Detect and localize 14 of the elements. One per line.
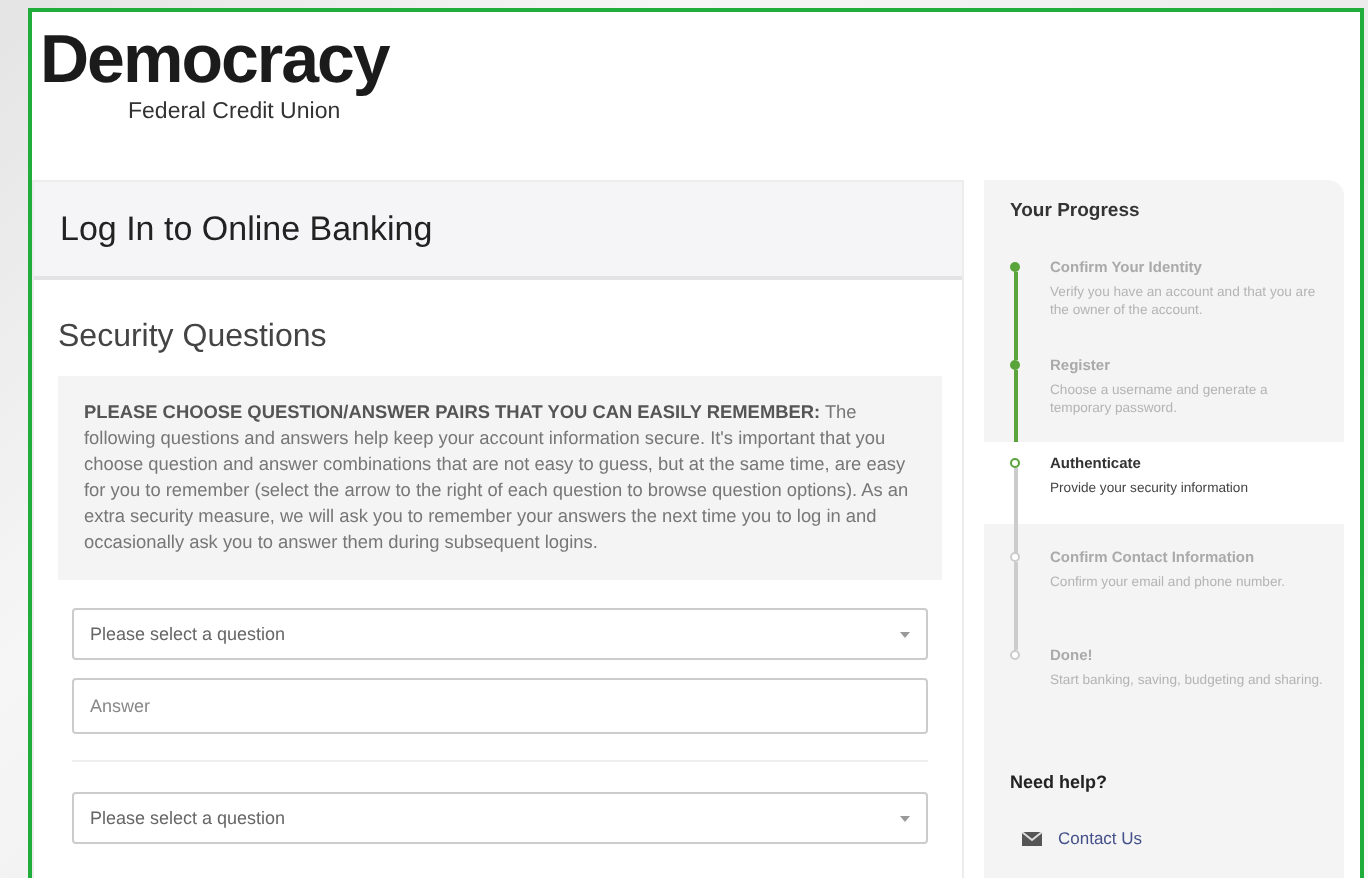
caret-icon <box>900 815 910 821</box>
page-title: Log In to Online Banking <box>60 210 435 250</box>
answer-field[interactable]: Answer <box>72 678 928 734</box>
caret-icon <box>900 631 910 637</box>
contact-link[interactable]: Contact Us <box>1022 828 1318 848</box>
logo-wordmark: Democracy <box>40 20 389 100</box>
progress-title: Your Progress <box>1008 200 1142 226</box>
envelope-icon <box>1022 831 1042 845</box>
question-select[interactable]: Please select a question <box>72 608 928 660</box>
section-title: Security Questions <box>58 320 329 356</box>
help-title: Need help? <box>1010 772 1110 792</box>
intro-text: PLEASE CHOOSE QUESTION/ANSWER PAIRS THAT YOU CAN EASILY REMEMBER: The following questions and answers help keep your account information secure. It's important that you choose question and answer combinations that are not easy to guess, but at the same time, are easy for you to remember (select the arrow to the right of each question to browse question options). As an extra security measure, we will ask you to remember your answers the next time you to log in and occasionally ask you to answer them during subsequent logins. <box>58 376 942 580</box>
logo-tagline: Federal Credit Union <box>128 100 343 124</box>
question-select[interactable]: Please select a question <box>72 792 928 844</box>
